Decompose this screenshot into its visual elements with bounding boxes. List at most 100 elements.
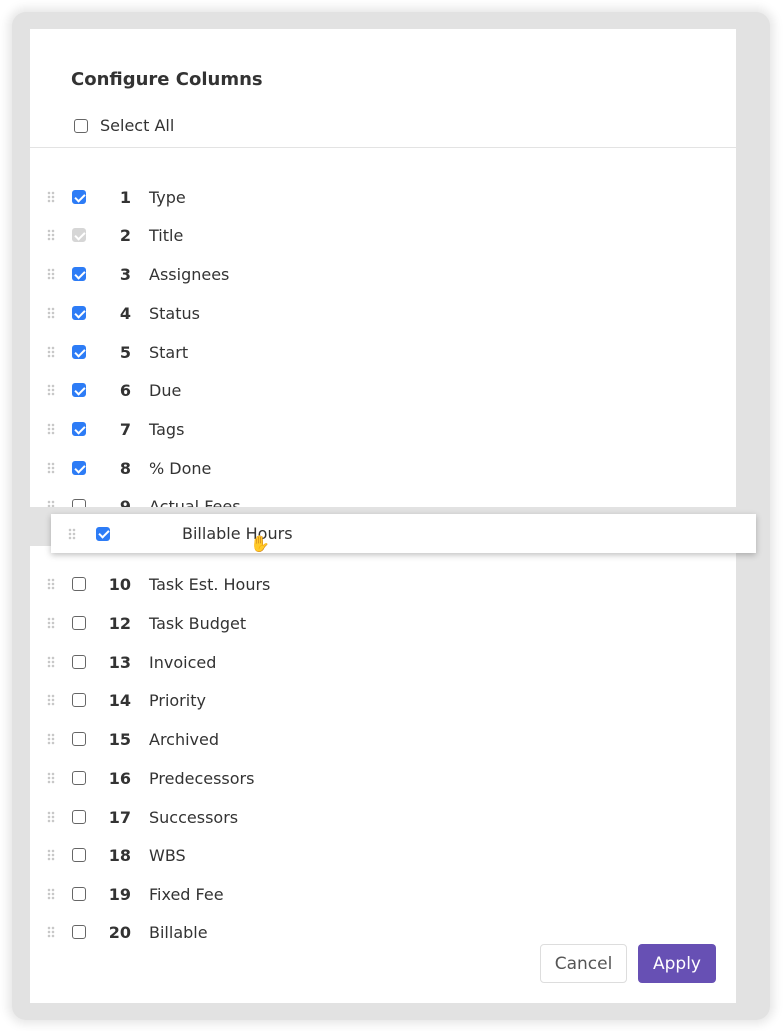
drag-handle-icon[interactable] <box>47 617 55 629</box>
column-number: 3 <box>119 264 131 284</box>
checkbox[interactable] <box>72 383 86 397</box>
column-number: 10 <box>108 574 131 594</box>
column-label: Tags <box>149 419 185 439</box>
checkbox <box>72 228 86 242</box>
checkbox[interactable] <box>72 422 86 436</box>
column-label: Status <box>149 303 200 323</box>
checkbox[interactable] <box>72 577 86 591</box>
column-number: 16 <box>108 768 131 788</box>
select-all-label: Select All <box>100 116 175 135</box>
checkbox[interactable] <box>72 267 86 281</box>
checkbox[interactable] <box>72 810 86 824</box>
checkbox[interactable] <box>72 655 86 669</box>
column-row[interactable]: 1 Type <box>30 178 736 216</box>
drag-handle-icon[interactable] <box>47 578 55 590</box>
column-label: Priority <box>149 690 206 710</box>
column-row[interactable]: 18 WBS <box>30 836 736 874</box>
column-row[interactable]: 12 Task Budget <box>30 604 736 642</box>
column-label: Predecessors <box>149 768 255 788</box>
column-row[interactable]: 20 Billable <box>30 913 736 951</box>
drag-handle-icon[interactable] <box>47 888 55 900</box>
cancel-button[interactable]: Cancel <box>540 944 627 983</box>
column-label: Type <box>149 187 186 207</box>
drag-handle-icon[interactable] <box>47 462 55 474</box>
checkbox[interactable] <box>74 118 88 133</box>
checkbox[interactable] <box>96 526 110 541</box>
dragged-column-item[interactable]: Billable Hours <box>51 514 756 553</box>
column-number: 6 <box>119 380 131 400</box>
column-label: Fixed Fee <box>149 884 224 904</box>
column-row[interactable]: 4 Status <box>30 294 736 332</box>
column-label: Task Est. Hours <box>149 574 271 594</box>
column-number: 8 <box>119 458 131 478</box>
drag-handle-icon[interactable] <box>47 346 55 358</box>
drag-handle-icon[interactable] <box>47 733 55 745</box>
checkbox[interactable] <box>72 771 86 785</box>
column-label: Successors <box>149 807 239 827</box>
column-label: Archived <box>149 729 220 749</box>
column-row[interactable]: 10 Task Est. Hours <box>30 565 736 603</box>
drag-handle-icon[interactable] <box>47 849 55 861</box>
checkbox[interactable] <box>72 848 86 862</box>
column-label: % Done <box>149 458 212 478</box>
column-number: 13 <box>108 652 131 672</box>
drag-handle-icon[interactable] <box>47 384 55 396</box>
column-row[interactable]: 15 Archived <box>30 720 736 758</box>
divider <box>30 147 736 148</box>
checkbox[interactable] <box>72 616 86 630</box>
column-number: 18 <box>108 845 131 865</box>
column-label: Title <box>149 225 184 245</box>
checkbox[interactable] <box>72 345 86 359</box>
drag-handle-icon[interactable] <box>47 268 55 280</box>
column-row[interactable]: 7 Tags <box>30 410 736 448</box>
column-row[interactable]: 3 Assignees <box>30 255 736 293</box>
column-label: Due <box>149 380 182 400</box>
drag-handle-icon[interactable] <box>47 772 55 784</box>
dialog-title: Configure Columns <box>71 69 263 90</box>
drag-handle-icon[interactable] <box>47 191 55 203</box>
column-row[interactable]: 13 Invoiced <box>30 643 736 681</box>
column-row[interactable]: 17 Successors <box>30 798 736 836</box>
grabbing-hand-icon: ✋ <box>250 534 270 553</box>
column-number: 5 <box>119 342 131 362</box>
drag-handle-icon[interactable] <box>47 229 55 241</box>
checkbox[interactable] <box>72 887 86 901</box>
drag-handle-icon[interactable] <box>47 811 55 823</box>
column-row[interactable]: 14 Priority <box>30 681 736 719</box>
column-number: 1 <box>119 187 131 207</box>
column-row[interactable]: 2 Title <box>30 216 736 254</box>
column-number: 2 <box>119 225 131 245</box>
column-label: Assignees <box>149 264 230 284</box>
column-label: Start <box>149 342 189 362</box>
column-label: Billable <box>149 922 208 942</box>
apply-button[interactable]: Apply <box>638 944 716 983</box>
checkbox[interactable] <box>72 306 86 320</box>
column-row[interactable]: 16 Predecessors <box>30 759 736 797</box>
checkbox[interactable] <box>72 925 86 939</box>
drag-handle-icon[interactable] <box>47 423 55 435</box>
column-label: Billable Hours <box>182 524 293 543</box>
checkbox[interactable] <box>72 190 86 204</box>
drag-handle-icon[interactable] <box>68 527 76 540</box>
column-number: 15 <box>108 729 131 749</box>
drag-handle-icon[interactable] <box>47 656 55 668</box>
checkbox[interactable] <box>72 693 86 707</box>
column-number: 12 <box>108 613 131 633</box>
column-row[interactable]: 6 Due <box>30 371 736 409</box>
column-number: 14 <box>108 690 131 710</box>
checkbox[interactable] <box>72 461 86 475</box>
checkbox[interactable] <box>72 732 86 746</box>
column-label: Task Budget <box>149 613 247 633</box>
column-number: 19 <box>108 884 131 904</box>
column-row[interactable]: 19 Fixed Fee <box>30 875 736 913</box>
column-label: Invoiced <box>149 652 217 672</box>
column-number: 20 <box>108 922 131 942</box>
drag-handle-icon[interactable] <box>47 307 55 319</box>
column-number: 17 <box>108 807 131 827</box>
column-row[interactable]: 8 % Done <box>30 449 736 487</box>
column-row[interactable]: 5 Start <box>30 333 736 371</box>
column-label: WBS <box>149 845 186 865</box>
drag-handle-icon[interactable] <box>47 926 55 938</box>
drag-handle-icon[interactable] <box>47 694 55 706</box>
select-all-checkbox[interactable]: Select All <box>74 116 174 135</box>
